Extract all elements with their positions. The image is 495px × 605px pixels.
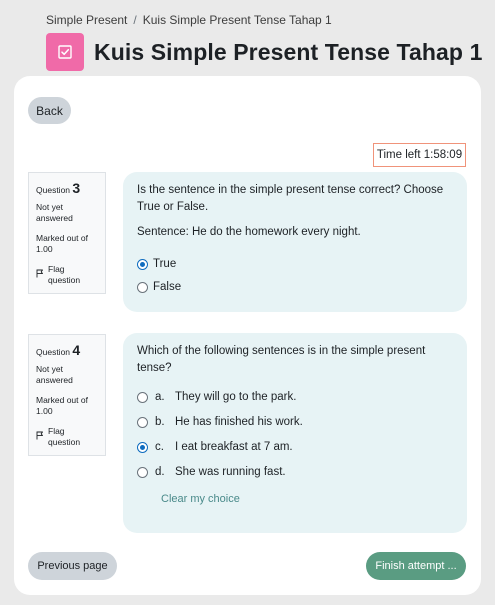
- question-number: 4: [72, 342, 81, 358]
- radio-button[interactable]: [137, 391, 148, 403]
- breadcrumb: Simple Present / Kuis Simple Present Ten…: [46, 13, 332, 27]
- flag-icon: [36, 431, 44, 443]
- radio-button[interactable]: [137, 281, 148, 293]
- question-state: Not yet answered: [36, 363, 73, 386]
- question-label: Question: [36, 347, 71, 357]
- clear-choice-link[interactable]: Clear my choice: [161, 492, 453, 508]
- answer-label: False: [153, 280, 182, 293]
- question-box-4: Which of the following sentences is in t…: [123, 333, 467, 533]
- answer-letter: a.: [155, 391, 165, 404]
- answer-option-b[interactable]: b. He has finished his work.: [137, 415, 453, 429]
- answer-option-c[interactable]: c. I eat breakfast at 7 am.: [137, 440, 453, 454]
- breadcrumb-item-course[interactable]: Simple Present: [46, 13, 127, 27]
- flag-icon: [36, 269, 44, 281]
- answer-letter: c.: [155, 441, 164, 454]
- flag-question-label: Flag question: [48, 425, 81, 448]
- question-text: Is the sentence in the simple present te…: [137, 184, 444, 213]
- answer-text: They will go to the park.: [175, 391, 297, 404]
- question-text: Which of the following sentences is in t…: [137, 345, 426, 374]
- answer-letter: b.: [155, 416, 165, 429]
- back-button[interactable]: Back: [28, 97, 71, 124]
- question-box-3: Is the sentence in the simple present te…: [123, 172, 467, 312]
- answer-label: True: [153, 257, 177, 270]
- answer-option-true[interactable]: True: [137, 257, 453, 271]
- answer-text: I eat breakfast at 7 am.: [175, 441, 293, 454]
- page-header: Kuis Simple Present Tense Tahap 1: [46, 33, 482, 71]
- radio-button[interactable]: [137, 466, 148, 478]
- answer-text: He has finished his work.: [175, 416, 303, 429]
- question-sentence: Sentence: He do the homework every night…: [137, 226, 361, 239]
- question-info-3: Question 3 Not yet answered Marked out o…: [28, 172, 106, 294]
- time-left-indicator: Time left 1:58:09: [373, 143, 466, 167]
- page-title: Kuis Simple Present Tense Tahap 1: [94, 38, 483, 65]
- question-grade: Marked out of 1.00: [36, 232, 88, 255]
- flag-question-label: Flag question: [48, 263, 81, 286]
- radio-button[interactable]: [137, 416, 148, 428]
- answer-option-d[interactable]: d. She was running fast.: [137, 465, 453, 479]
- previous-page-button[interactable]: Previous page: [28, 552, 117, 580]
- radio-button[interactable]: [137, 258, 148, 270]
- question-label: Question: [36, 185, 71, 195]
- finish-attempt-button[interactable]: Finish attempt ...: [366, 552, 466, 580]
- flag-question-link[interactable]: Flag question: [36, 426, 99, 449]
- question-info-4: Question 4 Not yet answered Marked out o…: [28, 334, 106, 456]
- breadcrumb-item-quiz[interactable]: Kuis Simple Present Tense Tahap 1: [143, 13, 332, 27]
- breadcrumb-separator: /: [133, 13, 137, 27]
- flag-question-link[interactable]: Flag question: [36, 264, 99, 287]
- quiz-card: Back Time left 1:58:09 Question 3 Not ye…: [14, 76, 481, 595]
- quiz-checkbox-icon: [46, 33, 84, 71]
- answer-option-false[interactable]: False: [137, 280, 453, 294]
- answer-option-a[interactable]: a. They will go to the park.: [137, 390, 453, 404]
- answer-text: She was running fast.: [175, 466, 286, 479]
- radio-button[interactable]: [137, 441, 148, 453]
- question-grade: Marked out of 1.00: [36, 394, 88, 417]
- question-number: 3: [72, 180, 81, 196]
- answer-letter: d.: [155, 466, 165, 479]
- question-state: Not yet answered: [36, 201, 73, 224]
